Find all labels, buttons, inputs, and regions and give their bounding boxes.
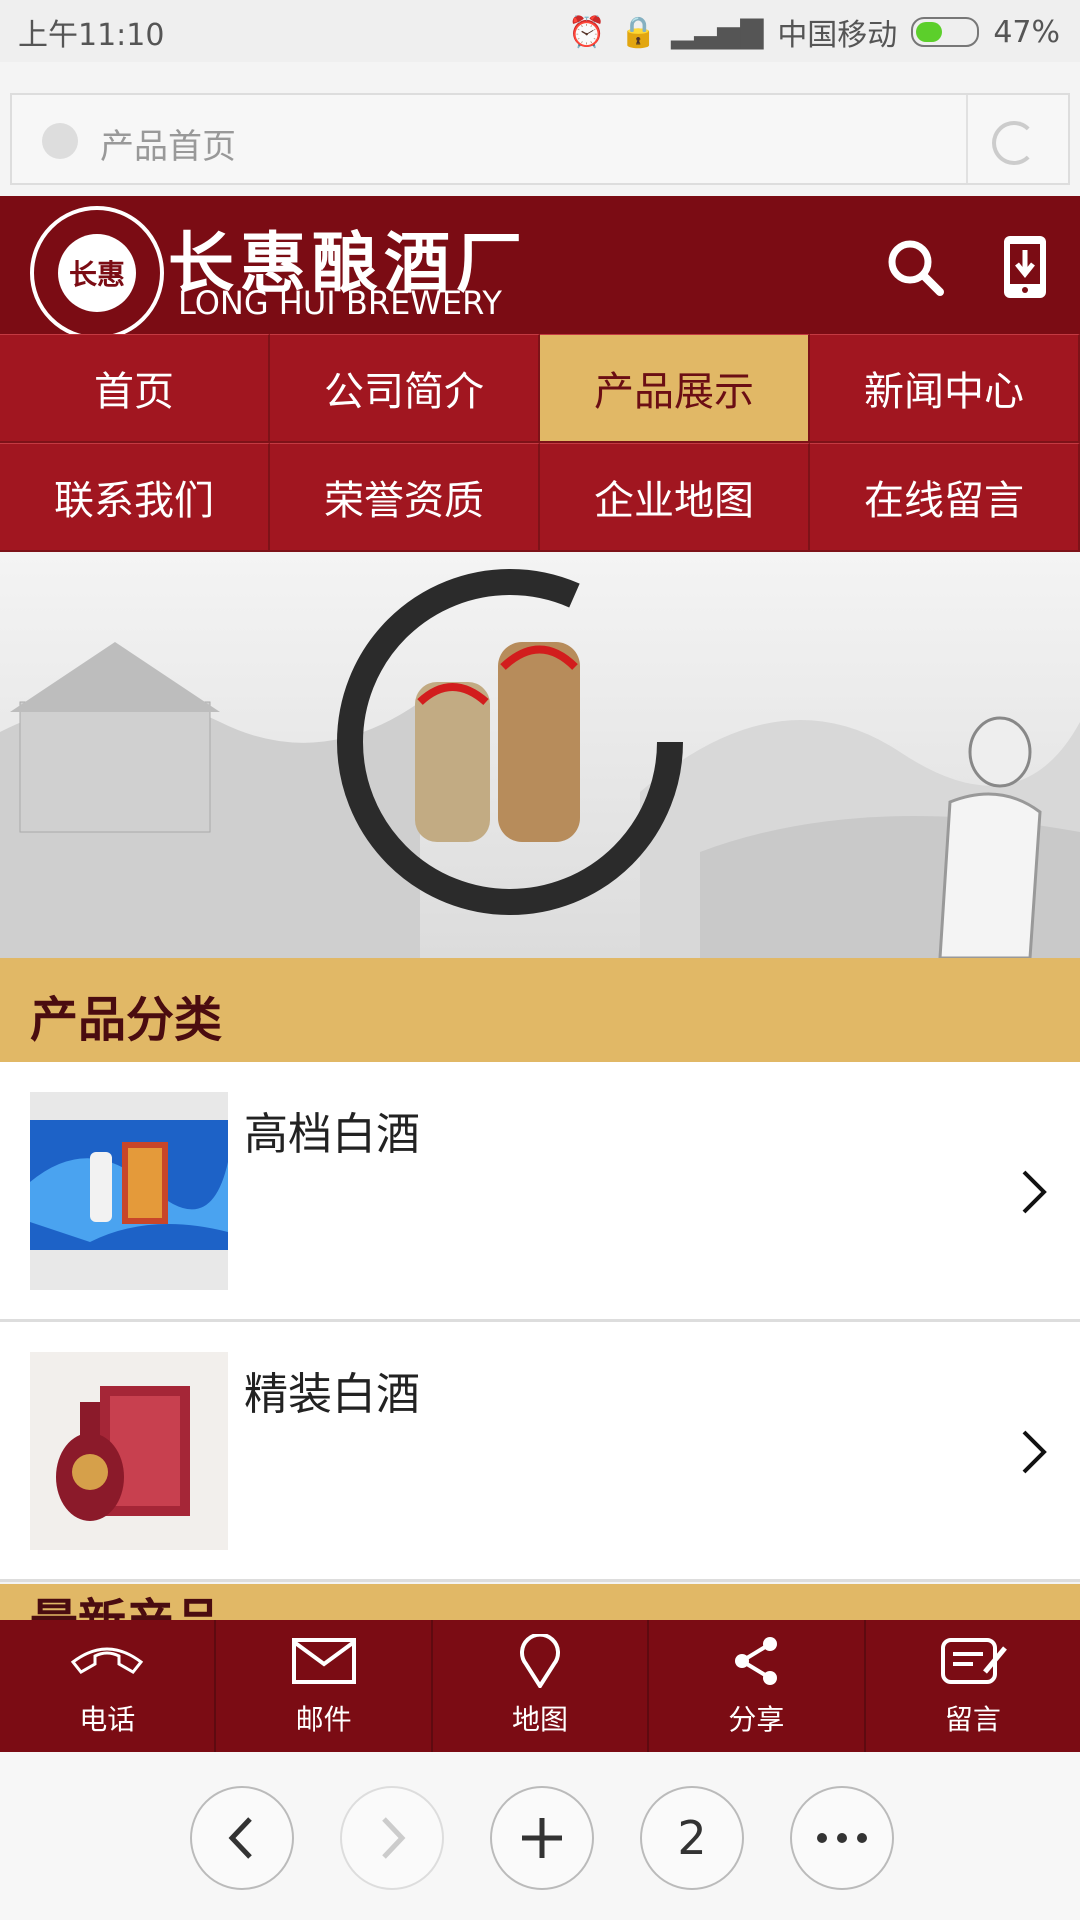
- mobile-download-icon[interactable]: [990, 232, 1060, 302]
- nav-item-home[interactable]: 首页: [0, 334, 270, 443]
- nav-item-news[interactable]: 新闻中心: [810, 334, 1080, 443]
- reload-icon[interactable]: [992, 121, 1036, 165]
- map-label: 地图: [512, 1703, 569, 1736]
- battery-fill: [916, 22, 943, 42]
- chevron-left-icon: [228, 1817, 252, 1859]
- nav-item-map[interactable]: 企业地图: [540, 443, 810, 552]
- more-icon: [817, 1833, 867, 1843]
- message-label: 留言: [944, 1703, 1001, 1736]
- alarm-icon: ⏰: [568, 14, 606, 50]
- tab-count: 2: [677, 1811, 707, 1865]
- action-bar: 电话 邮件 地图 分享 留言: [0, 1620, 1080, 1752]
- forward-button[interactable]: [340, 1786, 444, 1890]
- list-item[interactable]: 高档白酒: [0, 1062, 1080, 1322]
- product-thumbnail: [30, 1352, 228, 1550]
- list-item[interactable]: 精装白酒: [0, 1322, 1080, 1582]
- product-thumbnail: [30, 1092, 228, 1290]
- address-bar[interactable]: 产品首页: [10, 93, 1070, 185]
- logo-mark: 长惠: [58, 234, 136, 312]
- nav-item-products[interactable]: 产品展示: [540, 334, 810, 443]
- email-button[interactable]: 邮件: [216, 1620, 433, 1752]
- status-time: 上午11:10: [18, 18, 165, 53]
- product-name: 精装白酒: [244, 1369, 420, 1420]
- hero-banner: [0, 552, 1080, 958]
- main-nav: 首页 公司简介 产品展示 新闻中心 联系我们 荣誉资质 企业地图 在线留言: [0, 334, 1080, 552]
- battery-icon: [911, 17, 980, 47]
- bottle-right: [498, 642, 580, 842]
- menu-button[interactable]: [790, 1786, 894, 1890]
- lock-icon: 🔒: [619, 14, 658, 50]
- new-tab-button[interactable]: [490, 1786, 594, 1890]
- search-icon[interactable]: [880, 232, 950, 302]
- signal-icon: ▂▃▅▇: [671, 14, 764, 50]
- product-name: 高档白酒: [244, 1109, 420, 1160]
- map-button[interactable]: 地图: [433, 1620, 650, 1752]
- share-icon: [735, 1637, 778, 1685]
- plus-icon: [522, 1818, 562, 1858]
- call-label: 电话: [79, 1703, 136, 1736]
- site-header: 长惠 长惠酿酒厂 LONG HUI BREWERY: [0, 196, 1080, 340]
- nav-item-message[interactable]: 在线留言: [810, 443, 1080, 552]
- nav-item-contact[interactable]: 联系我们: [0, 443, 270, 552]
- section-header-latest: 最新产品: [0, 1584, 1080, 1620]
- site-icon: [42, 123, 78, 159]
- banner-illustration: [0, 569, 1080, 958]
- section-title: 最新产品: [30, 1584, 222, 1620]
- section-header-categories: 产品分类: [0, 958, 1080, 1062]
- site-name-en: LONG HUI BREWERY: [178, 284, 502, 322]
- page-title: 产品首页: [100, 127, 236, 167]
- browser-toolbar: 2: [0, 1752, 1080, 1920]
- map-pin-icon: [520, 1634, 560, 1688]
- nav-item-about[interactable]: 公司简介: [270, 334, 540, 443]
- back-button[interactable]: [190, 1786, 294, 1890]
- tabs-button[interactable]: 2: [640, 1786, 744, 1890]
- battery-percent: 47%: [993, 14, 1060, 50]
- chevron-right-icon: [1022, 1430, 1047, 1474]
- carrier-name: 中国移动: [777, 18, 898, 53]
- chevron-right-icon: [382, 1817, 406, 1859]
- nav-item-honors[interactable]: 荣誉资质: [270, 443, 540, 552]
- message-button[interactable]: 留言: [866, 1620, 1080, 1752]
- status-bar: 上午11:10 ⏰ 🔒 ▂▃▅▇ 中国移动 47%: [0, 0, 1080, 62]
- share-label: 分享: [728, 1703, 785, 1736]
- logo[interactable]: 长惠: [30, 206, 164, 340]
- chevron-right-icon: [1022, 1170, 1047, 1214]
- mail-icon: [291, 1638, 356, 1684]
- call-button[interactable]: 电话: [0, 1620, 217, 1752]
- divider: [966, 95, 968, 183]
- section-title: 产品分类: [30, 992, 223, 1048]
- email-label: 邮件: [295, 1703, 352, 1736]
- phone-icon: [71, 1647, 144, 1674]
- bottle-left: [415, 682, 490, 842]
- message-icon: [940, 1638, 1007, 1684]
- share-button[interactable]: 分享: [649, 1620, 866, 1752]
